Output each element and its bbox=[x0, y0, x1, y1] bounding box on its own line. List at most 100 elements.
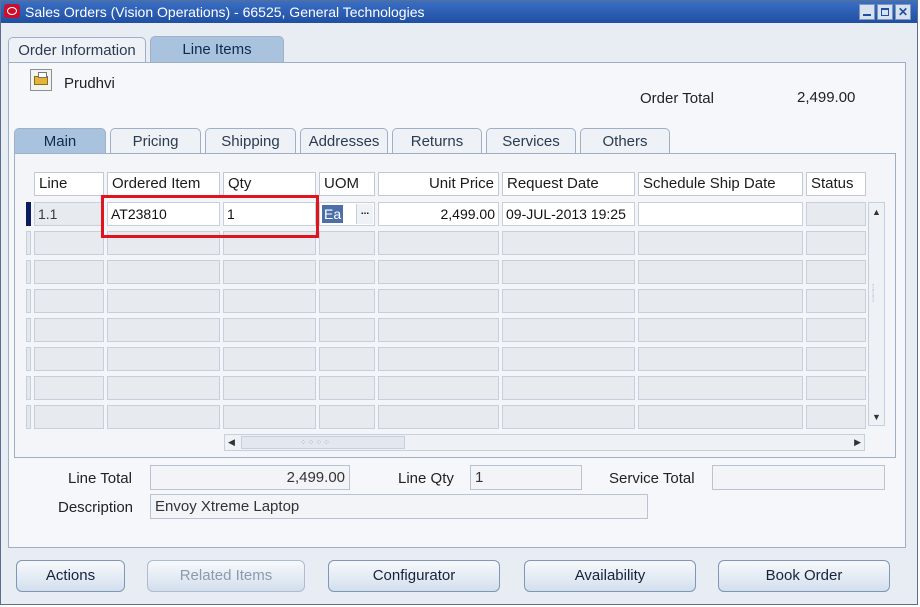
empty-cell[interactable] bbox=[34, 231, 104, 255]
cell-uom[interactable]: Ea ... bbox=[319, 202, 375, 226]
line-total-field[interactable]: 2,499.00 bbox=[150, 465, 350, 490]
record-indicator[interactable] bbox=[26, 318, 31, 342]
empty-cell[interactable] bbox=[378, 231, 499, 255]
empty-cell[interactable] bbox=[107, 347, 220, 371]
list-of-values-button[interactable]: ... bbox=[356, 204, 373, 224]
empty-cell[interactable] bbox=[319, 289, 375, 313]
tab-services[interactable]: Services bbox=[486, 128, 576, 154]
scroll-up-arrow-icon[interactable]: ▲ bbox=[872, 207, 881, 217]
tab-order-information[interactable]: Order Information bbox=[8, 37, 146, 63]
tab-shipping[interactable]: Shipping bbox=[205, 128, 296, 154]
empty-cell[interactable] bbox=[638, 405, 803, 429]
column-header-ordered-item: Ordered Item bbox=[107, 172, 220, 196]
empty-cell[interactable] bbox=[502, 260, 635, 284]
empty-cell[interactable] bbox=[319, 405, 375, 429]
empty-cell[interactable] bbox=[223, 347, 316, 371]
empty-cell[interactable] bbox=[378, 289, 499, 313]
empty-cell[interactable] bbox=[319, 347, 375, 371]
empty-cell[interactable] bbox=[806, 405, 866, 429]
empty-cell[interactable] bbox=[638, 231, 803, 255]
scroll-down-arrow-icon[interactable]: ▼ bbox=[872, 412, 881, 422]
maximize-button[interactable] bbox=[877, 4, 893, 20]
empty-cell[interactable] bbox=[378, 260, 499, 284]
empty-cell[interactable] bbox=[34, 376, 104, 400]
empty-cell[interactable] bbox=[34, 347, 104, 371]
empty-cell[interactable] bbox=[223, 289, 316, 313]
empty-cell[interactable] bbox=[502, 231, 635, 255]
empty-cell[interactable] bbox=[319, 260, 375, 284]
record-indicator[interactable] bbox=[26, 231, 31, 255]
open-folder-icon[interactable] bbox=[30, 69, 52, 91]
empty-cell[interactable] bbox=[806, 376, 866, 400]
description-field[interactable]: Envoy Xtreme Laptop bbox=[150, 494, 648, 519]
tab-addresses[interactable]: Addresses bbox=[300, 128, 388, 154]
book-order-button[interactable]: Book Order bbox=[718, 560, 890, 592]
close-button[interactable]: ✕ bbox=[895, 4, 911, 20]
cell-line[interactable]: 1.1 bbox=[34, 202, 104, 226]
empty-cell[interactable] bbox=[638, 318, 803, 342]
empty-cell[interactable] bbox=[378, 318, 499, 342]
empty-cell[interactable] bbox=[806, 231, 866, 255]
empty-cell[interactable] bbox=[223, 260, 316, 284]
empty-cell[interactable] bbox=[107, 289, 220, 313]
empty-cell[interactable] bbox=[378, 405, 499, 429]
empty-cell[interactable] bbox=[502, 405, 635, 429]
cell-unit-price[interactable]: 2,499.00 bbox=[378, 202, 499, 226]
tab-line-items[interactable]: Line Items bbox=[150, 36, 284, 63]
scroll-left-arrow-icon[interactable]: ◀ bbox=[228, 435, 235, 450]
empty-cell[interactable] bbox=[319, 376, 375, 400]
empty-cell[interactable] bbox=[107, 318, 220, 342]
empty-cell[interactable] bbox=[638, 347, 803, 371]
empty-cell[interactable] bbox=[638, 260, 803, 284]
minimize-button[interactable] bbox=[859, 4, 875, 20]
empty-cell[interactable] bbox=[502, 318, 635, 342]
empty-cell[interactable] bbox=[502, 289, 635, 313]
empty-cell[interactable] bbox=[319, 231, 375, 255]
record-indicator[interactable] bbox=[26, 405, 31, 429]
related-items-button[interactable]: Related Items bbox=[147, 560, 305, 592]
empty-cell[interactable] bbox=[319, 318, 375, 342]
empty-cell[interactable] bbox=[107, 405, 220, 429]
availability-button[interactable]: Availability bbox=[524, 560, 696, 592]
scroll-grip-icon: ⁘⁘⁘⁘ bbox=[300, 438, 331, 447]
empty-cell[interactable] bbox=[638, 289, 803, 313]
tab-returns[interactable]: Returns bbox=[392, 128, 482, 154]
tab-main[interactable]: Main bbox=[14, 128, 106, 154]
record-indicator[interactable] bbox=[26, 289, 31, 313]
record-indicator[interactable] bbox=[26, 376, 31, 400]
empty-cell[interactable] bbox=[34, 289, 104, 313]
empty-cell[interactable] bbox=[223, 405, 316, 429]
empty-cell[interactable] bbox=[806, 260, 866, 284]
column-header-status: Status bbox=[806, 172, 866, 196]
tab-pricing[interactable]: Pricing bbox=[110, 128, 201, 154]
record-indicator[interactable] bbox=[26, 347, 31, 371]
vertical-scrollbar[interactable]: ▲ ⁞ ⁞ ⁞ ▼ bbox=[868, 202, 885, 426]
cell-status[interactable] bbox=[806, 202, 866, 226]
configurator-button[interactable]: Configurator bbox=[328, 560, 500, 592]
line-qty-field[interactable]: 1 bbox=[470, 465, 582, 490]
horizontal-scrollbar[interactable]: ◀ ⁘⁘⁘⁘ ▶ bbox=[224, 434, 865, 451]
empty-cell[interactable] bbox=[34, 405, 104, 429]
actions-button[interactable]: Actions bbox=[16, 560, 125, 592]
cell-schedule-ship-date[interactable] bbox=[638, 202, 803, 226]
empty-cell[interactable] bbox=[378, 347, 499, 371]
empty-cell[interactable] bbox=[223, 376, 316, 400]
empty-cell[interactable] bbox=[806, 318, 866, 342]
empty-cell[interactable] bbox=[107, 260, 220, 284]
scroll-right-arrow-icon[interactable]: ▶ bbox=[854, 435, 861, 450]
empty-cell[interactable] bbox=[806, 347, 866, 371]
horizontal-scroll-thumb[interactable]: ⁘⁘⁘⁘ bbox=[241, 436, 405, 449]
empty-cell[interactable] bbox=[502, 376, 635, 400]
empty-cell[interactable] bbox=[502, 347, 635, 371]
tab-others[interactable]: Others bbox=[580, 128, 670, 154]
empty-cell[interactable] bbox=[806, 289, 866, 313]
empty-cell[interactable] bbox=[378, 376, 499, 400]
cell-request-date[interactable]: 09-JUL-2013 19:25 bbox=[502, 202, 635, 226]
record-indicator[interactable] bbox=[26, 260, 31, 284]
empty-cell[interactable] bbox=[638, 376, 803, 400]
empty-cell[interactable] bbox=[223, 318, 316, 342]
empty-cell[interactable] bbox=[34, 260, 104, 284]
empty-cell[interactable] bbox=[107, 376, 220, 400]
empty-cell[interactable] bbox=[34, 318, 104, 342]
service-total-field[interactable] bbox=[712, 465, 885, 490]
